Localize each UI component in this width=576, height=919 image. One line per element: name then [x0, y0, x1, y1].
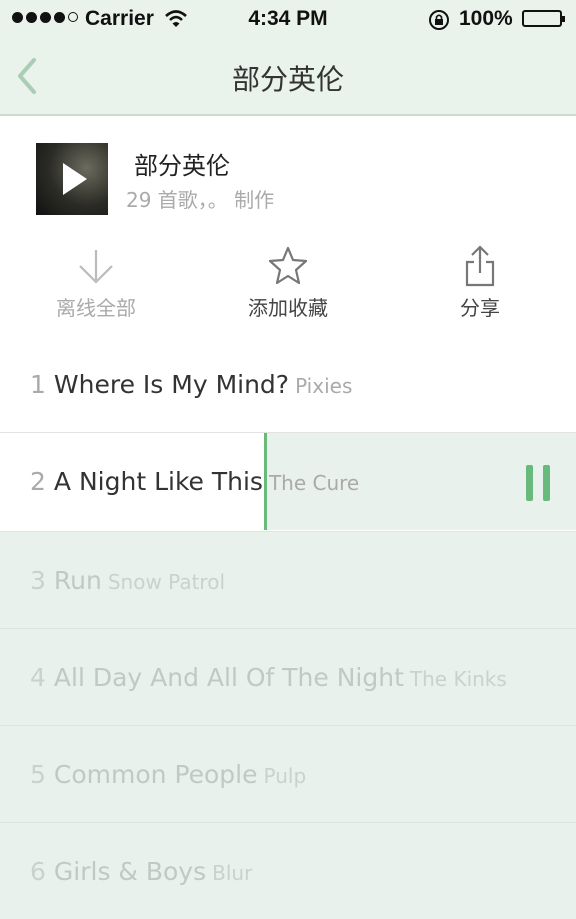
album-subtitle: 29 首歌，。 制作: [126, 188, 275, 212]
track-artist: The Kinks: [409, 667, 507, 691]
download-all-button[interactable]: 离线全部: [0, 244, 192, 321]
share-label: 分享: [460, 296, 500, 320]
download-icon: [79, 250, 113, 284]
track-title: A Night Like This: [53, 467, 263, 496]
page-title: 部分英伦: [231, 63, 344, 96]
track-artist: Pixies: [295, 374, 353, 398]
track-artist: Pulp: [263, 764, 307, 788]
play-icon[interactable]: [63, 163, 87, 195]
track-row[interactable]: 1 Where Is My Mind? Pixies: [0, 336, 576, 433]
track-artist: Blur: [212, 861, 253, 885]
rotation-lock-icon: [429, 10, 449, 30]
track-title: All Day And All Of The Night: [53, 663, 404, 692]
track-row[interactable]: 6 Girls & Boys Blur: [0, 822, 576, 919]
star-icon: [268, 246, 308, 285]
track-number: 5: [30, 760, 46, 789]
track-number: 6: [30, 857, 46, 886]
track-title: Where Is My Mind?: [53, 370, 290, 399]
track-title: Girls & Boys: [53, 857, 207, 886]
track-artist: Snow Patrol: [107, 570, 226, 594]
share-icon: [465, 245, 495, 287]
track-row-playing[interactable]: 2A Night Like This The Cure: [0, 433, 576, 530]
navigation-bar: 部分英伦: [0, 38, 576, 116]
album-title: 部分英伦: [134, 152, 230, 180]
track-title: Common People: [53, 760, 258, 789]
pause-icon[interactable]: [526, 465, 550, 501]
track-row[interactable]: 4 All Day And All Of The Night The Kinks: [0, 628, 576, 725]
battery-percent: 100%: [459, 7, 513, 30]
track-list: 1 Where Is My Mind? Pixies 2A Night Like T…: [0, 336, 576, 919]
track-number: 4: [30, 663, 46, 692]
track-row[interactable]: 5 Common People Pulp: [0, 725, 576, 822]
track-number: 3: [30, 566, 46, 595]
add-favorite-label: 添加收藏: [248, 296, 328, 320]
add-favorite-button[interactable]: 添加收藏: [192, 244, 384, 321]
track-number: 1: [30, 370, 46, 399]
battery-icon: [522, 10, 565, 27]
track-number: 2: [30, 467, 46, 496]
album-header: 部分英伦 29 首歌，。 制作 离线全部 添加收藏 分享: [0, 116, 576, 337]
track-title: Run: [53, 566, 102, 595]
status-bar: Carrier 4:34 PM 100%: [0, 0, 576, 38]
playback-progress-marker[interactable]: [264, 433, 267, 530]
track-row[interactable]: 3 Run Snow Patrol: [0, 531, 576, 628]
download-all-label: 离线全部: [56, 296, 136, 320]
track-artist: The Cure: [268, 471, 360, 495]
album-cover[interactable]: [36, 143, 108, 215]
share-button[interactable]: 分享: [384, 244, 576, 321]
